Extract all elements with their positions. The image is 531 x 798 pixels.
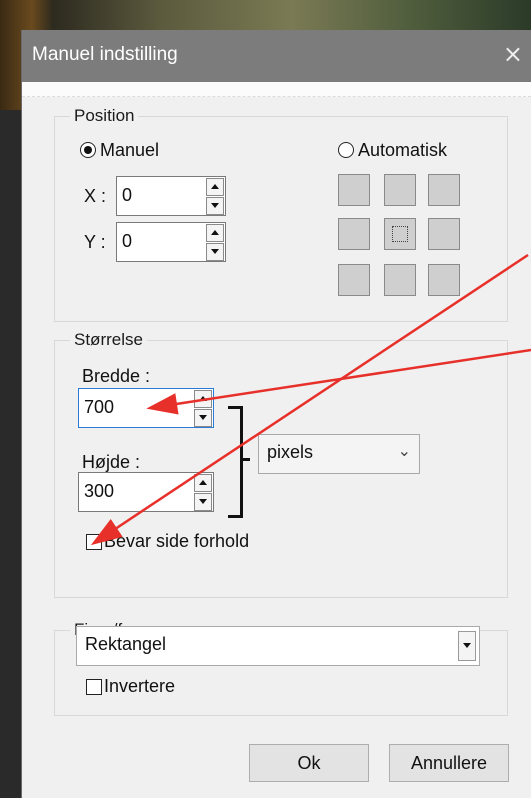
arrow-to-keep-ratio-head: [90, 518, 123, 546]
arrow-to-keep-ratio-line: [93, 253, 529, 545]
arrow-to-width-field-head: [146, 393, 179, 415]
annotation-arrows: [90, 253, 531, 546]
